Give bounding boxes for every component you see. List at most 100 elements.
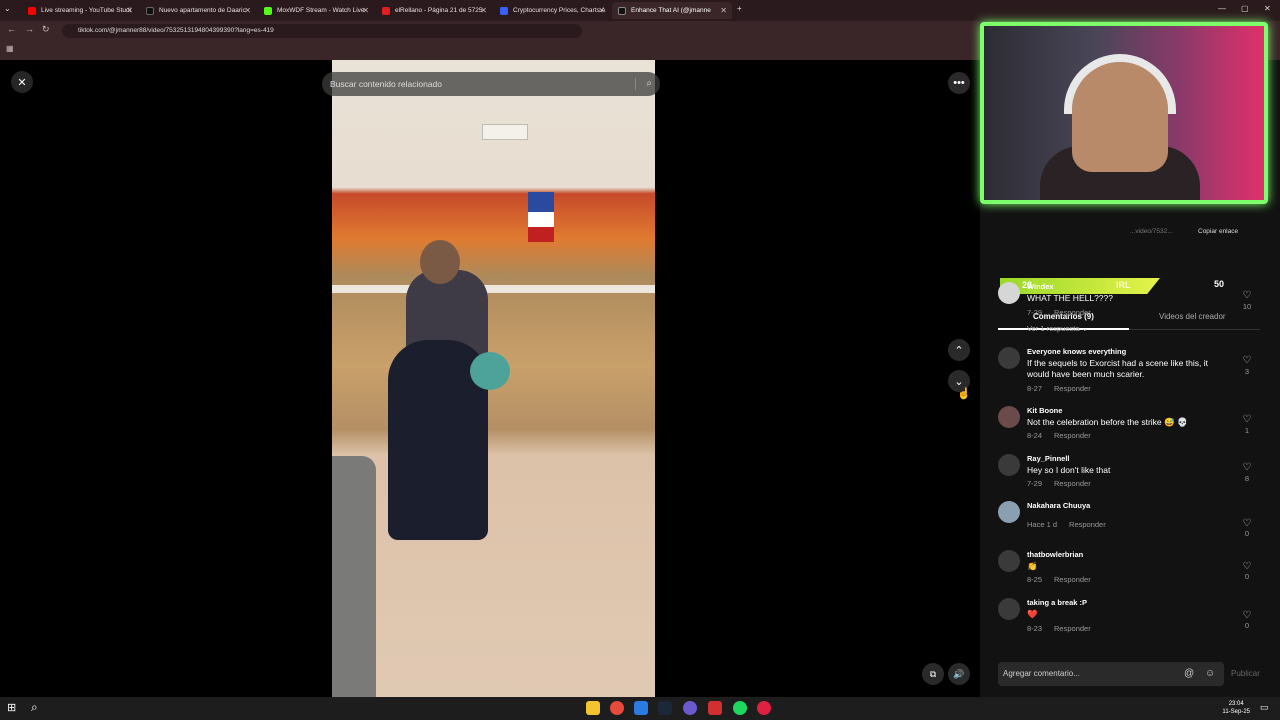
close-icon[interactable]: ✕	[126, 6, 133, 15]
heart-icon[interactable]: ♡	[1240, 462, 1254, 473]
elrellano-icon	[382, 6, 390, 15]
system-clock[interactable]: 23:04 11-Sep-25	[1222, 700, 1250, 716]
reply-button[interactable]: Responder	[1054, 308, 1091, 317]
more-icon[interactable]: •••	[948, 72, 970, 94]
heart-icon[interactable]: ♡	[1240, 610, 1254, 621]
avatar[interactable]	[998, 347, 1020, 369]
comment-username[interactable]: taking a break :P	[1027, 598, 1087, 607]
heart-icon[interactable]: ♡	[1240, 290, 1254, 301]
browser-tab-tiktok-2[interactable]: Nuevo apartamento de Daaric ✕	[140, 2, 256, 19]
like-count: 0	[1244, 621, 1250, 630]
search-icon[interactable]: ⌕	[31, 700, 38, 715]
comment-username[interactable]: Nakahara Chuuya	[1027, 501, 1090, 510]
tab-label: MoxWDF Stream - Watch Live	[277, 7, 365, 14]
reload-icon[interactable]: ↻	[42, 24, 50, 35]
avatar[interactable]	[998, 406, 1020, 428]
spotify-icon[interactable]	[733, 701, 747, 715]
close-icon[interactable]: ✕	[480, 6, 487, 15]
reply-button[interactable]: Responder	[1054, 431, 1091, 440]
comment-item: Nakahara Chuuya Hace 1 d Responder ♡ 0	[998, 501, 1260, 545]
related-search-input[interactable]: Buscar contenido relacionado ⌕	[322, 72, 660, 96]
reply-button[interactable]: Responder	[1054, 384, 1091, 393]
avatar[interactable]	[998, 598, 1020, 620]
avatar[interactable]	[998, 501, 1020, 523]
windows-start-icon[interactable]: ⊞	[7, 701, 16, 714]
volume-icon[interactable]: 🔊	[948, 663, 970, 685]
comment-date: 8-27	[1027, 384, 1043, 393]
browser-tab-crypto[interactable]: Cryptocurrency Prices, Charts A ✕	[494, 2, 610, 19]
comment-username[interactable]: Everyone knows everything	[1027, 347, 1126, 356]
view-replies-button[interactable]: Ver 1 respuesta ⌄	[1027, 324, 1088, 333]
comment-username[interactable]: Windex	[1027, 282, 1054, 291]
comment-text: Not the celebration before the strike 😅 …	[1027, 417, 1188, 427]
reply-button[interactable]: Responder	[1054, 479, 1091, 488]
tab-label: Cryptocurrency Prices, Charts A	[513, 7, 606, 14]
like-count: 3	[1244, 367, 1250, 376]
bowling-ball	[470, 352, 510, 390]
close-icon[interactable]: ✕	[598, 6, 605, 15]
mention-icon[interactable]: @	[1184, 662, 1194, 686]
like-count: 0	[1244, 572, 1250, 581]
back-icon[interactable]: ←	[7, 24, 16, 34]
heart-icon[interactable]: ♡	[1240, 355, 1254, 366]
copy-link-button[interactable]: Copiar enlace	[1198, 228, 1238, 235]
minimize-icon[interactable]: —	[1218, 4, 1226, 13]
windows-taskbar: ⊞ ⌕ 23:04 11-Sep-25 ▭	[0, 697, 1280, 720]
video-player[interactable]	[332, 60, 655, 697]
pip-icon[interactable]: ⧉	[922, 663, 944, 685]
reply-button[interactable]: Responder	[1054, 575, 1091, 584]
app-icon[interactable]	[708, 701, 722, 715]
comment-date: 7-29	[1027, 308, 1043, 317]
reply-button[interactable]: Responder	[1069, 520, 1106, 529]
search-icon[interactable]: ⌕	[646, 72, 652, 96]
comment-input[interactable]: Agregar comentario... @ ☺	[998, 662, 1224, 686]
chevron-up-icon[interactable]: ⌃	[948, 339, 970, 361]
chrome-icon[interactable]	[610, 701, 624, 715]
webcam-overlay	[980, 22, 1268, 204]
video-link: ...video/7532...	[1130, 228, 1173, 235]
url-field[interactable]: tiktok.com/@jmanner88/video/753251319480…	[62, 24, 582, 38]
publish-button[interactable]: Publicar	[1231, 669, 1260, 678]
tab-label: Nuevo apartamento de Daaric	[159, 7, 246, 14]
like-count: 0	[1244, 529, 1250, 538]
heart-icon[interactable]: ♡	[1240, 518, 1254, 529]
browser-tab-elrellano[interactable]: elRellano - Página 21 de 5725 ✕	[376, 2, 492, 19]
like-count: 10	[1242, 302, 1252, 311]
avatar[interactable]	[998, 454, 1020, 476]
kick-icon	[264, 6, 272, 15]
browser-tab-youtube[interactable]: Live streaming - YouTube Studi ✕	[22, 2, 138, 19]
clock-time: 23:04	[1228, 701, 1244, 707]
forward-icon[interactable]: →	[25, 24, 34, 34]
new-tab-icon[interactable]: +	[737, 4, 742, 13]
avatar[interactable]	[998, 282, 1020, 304]
comment-username[interactable]: Ray_Pinnell	[1027, 454, 1070, 463]
browser-tab-active[interactable]: Enhance That AI (@jmanne ✕	[612, 2, 732, 19]
close-icon[interactable]: ✕	[11, 71, 33, 93]
apps-icon[interactable]: ▦	[6, 44, 14, 53]
app-icon[interactable]	[757, 701, 771, 715]
youtube-icon	[28, 6, 36, 15]
mouse-cursor-icon: ☝	[957, 388, 971, 400]
close-icon[interactable]: ✕	[244, 6, 251, 15]
avatar[interactable]	[998, 550, 1020, 572]
app-icon[interactable]	[683, 701, 697, 715]
comment-date: 8-24	[1027, 431, 1043, 440]
heart-icon[interactable]: ♡	[1240, 561, 1254, 572]
app-icon[interactable]	[634, 701, 648, 715]
reply-button[interactable]: Responder	[1054, 624, 1091, 633]
close-icon[interactable]: ✕	[362, 6, 369, 15]
heart-icon[interactable]: ♡	[1240, 414, 1254, 425]
emoji-icon[interactable]: ☺	[1205, 662, 1215, 686]
comment-username[interactable]: thatbowlerbrian	[1027, 550, 1083, 559]
comment-username[interactable]: Kit Boone	[1027, 406, 1062, 415]
tab-menu-icon[interactable]: ⌄	[4, 4, 11, 13]
maximize-icon[interactable]: ▢	[1241, 4, 1249, 13]
comment-item: Windex WHAT THE HELL???? 7-29 Responder V…	[998, 282, 1260, 334]
window-close-icon[interactable]: ✕	[1264, 4, 1271, 13]
notification-icon[interactable]: ▭	[1260, 702, 1269, 713]
close-icon[interactable]: ✕	[720, 6, 727, 15]
steam-icon[interactable]	[658, 701, 672, 715]
file-explorer-icon[interactable]	[586, 701, 600, 715]
search-placeholder: Buscar contenido relacionado	[330, 79, 442, 89]
browser-tab-kick[interactable]: MoxWDF Stream - Watch Live ✕	[258, 2, 374, 19]
